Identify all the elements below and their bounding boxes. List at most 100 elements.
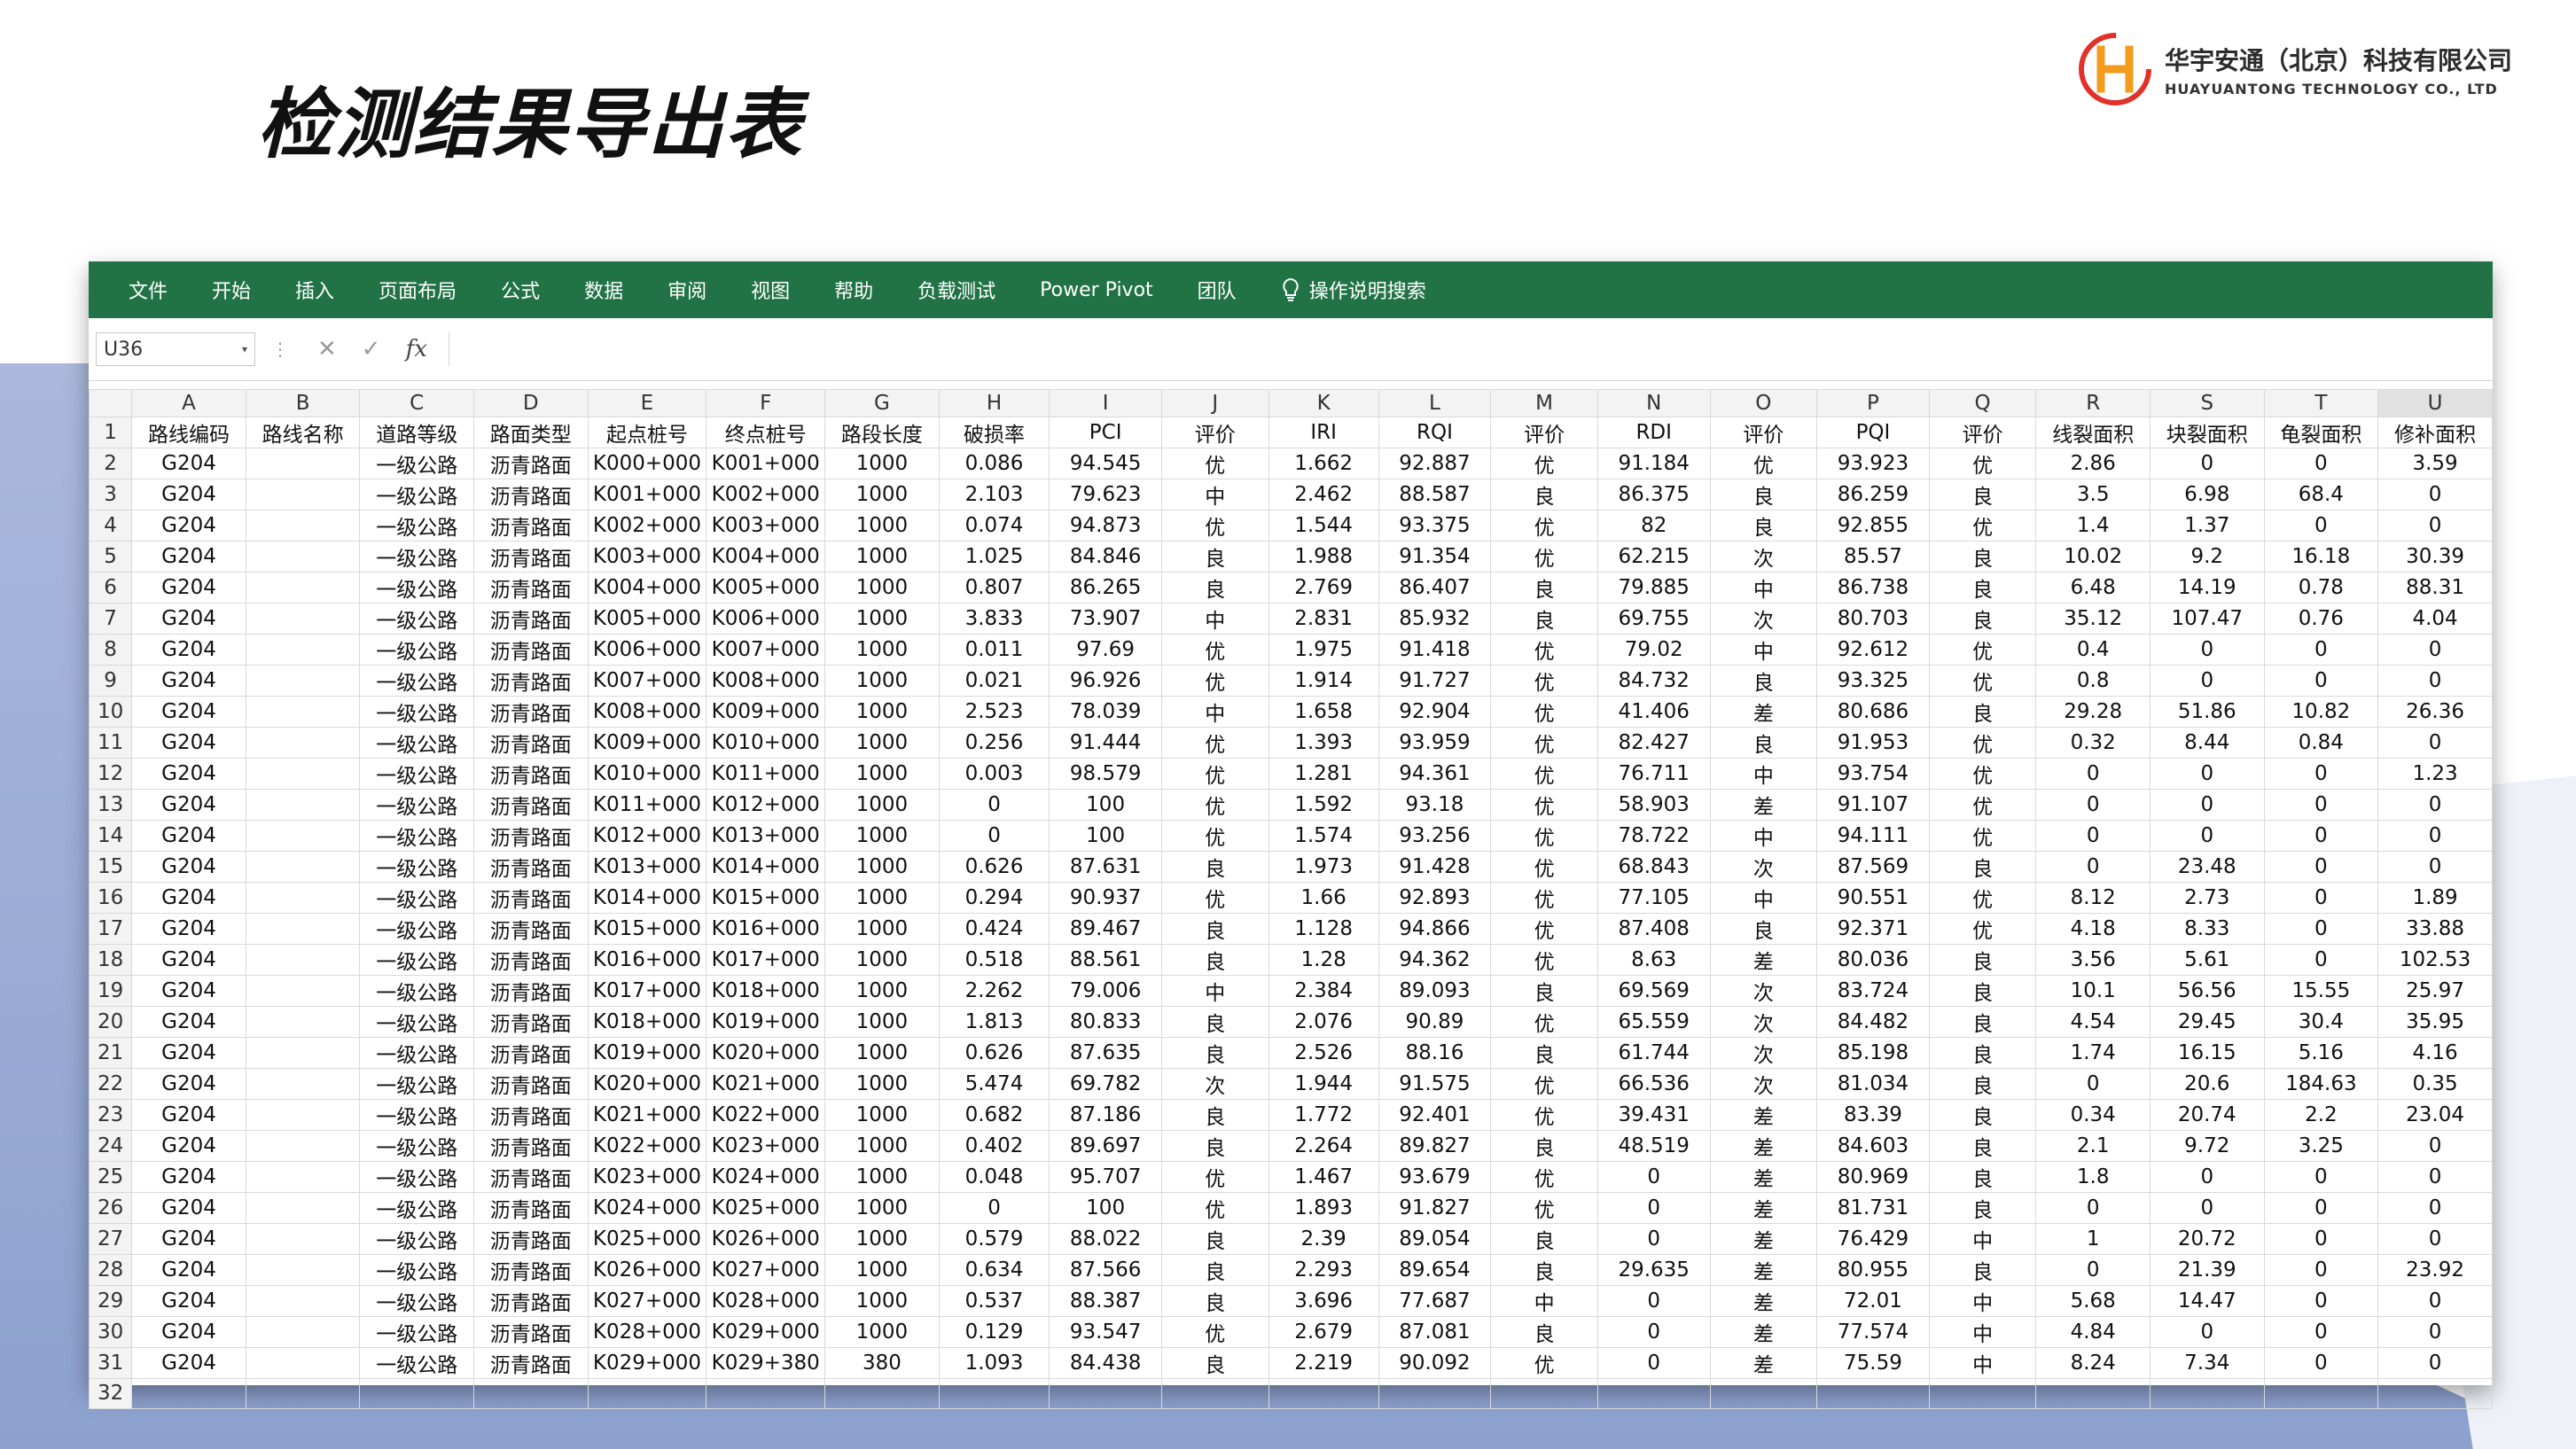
cell[interactable]: 58.903 xyxy=(1596,789,1711,821)
cell[interactable]: G204 xyxy=(131,541,246,573)
cell[interactable]: G204 xyxy=(131,448,246,479)
cell[interactable]: 100 xyxy=(1049,1192,1162,1224)
cell[interactable]: K017+000 xyxy=(587,975,707,1007)
cell[interactable] xyxy=(245,634,361,666)
cell[interactable]: 破损率 xyxy=(938,417,1050,448)
cell[interactable]: 62.215 xyxy=(1596,541,1711,573)
cell[interactable]: 0.34 xyxy=(2035,1099,2151,1131)
cell[interactable]: 84.603 xyxy=(1816,1130,1930,1162)
ribbon-tab[interactable]: 公式 xyxy=(479,276,562,304)
cell[interactable]: 10.1 xyxy=(2035,975,2151,1007)
cell[interactable]: 终点桩号 xyxy=(706,417,826,448)
cell[interactable]: 良 xyxy=(1928,541,2037,573)
cell[interactable]: 0 xyxy=(938,789,1050,821)
cell[interactable]: 15.55 xyxy=(2263,975,2379,1007)
cell[interactable]: 沥青路面 xyxy=(472,1161,589,1193)
enter-check-icon[interactable]: ✓ xyxy=(362,336,381,362)
cell[interactable]: 2.264 xyxy=(1268,1130,1379,1162)
cell[interactable]: 差 xyxy=(1709,1285,1818,1317)
cell[interactable]: 块裂面积 xyxy=(2149,417,2265,448)
ribbon-tab[interactable]: 插入 xyxy=(273,276,356,304)
cell[interactable]: 良 xyxy=(1709,479,1818,510)
cell[interactable]: 一级公路 xyxy=(359,1161,474,1193)
cell[interactable]: 一级公路 xyxy=(359,1192,474,1224)
cell[interactable]: 2.73 xyxy=(2149,882,2265,914)
cell[interactable]: 良 xyxy=(1160,1347,1269,1379)
cell[interactable] xyxy=(472,1378,589,1409)
cell[interactable]: 0 xyxy=(2035,789,2151,821)
cell[interactable]: 0 xyxy=(2263,1223,2379,1255)
cell[interactable]: 评价 xyxy=(1928,417,2037,448)
cell[interactable]: 良 xyxy=(1709,665,1818,697)
cell[interactable]: 2.103 xyxy=(938,479,1050,510)
cell[interactable]: 2.39 xyxy=(1268,1223,1379,1255)
cell[interactable]: 0 xyxy=(2263,882,2379,914)
cell[interactable]: 87.081 xyxy=(1378,1316,1492,1348)
cell[interactable] xyxy=(245,1006,361,1038)
cell[interactable]: 86.259 xyxy=(1816,479,1930,510)
cell[interactable]: 0.294 xyxy=(938,882,1050,914)
cell[interactable]: 优 xyxy=(1490,448,1598,479)
cell[interactable]: 93.375 xyxy=(1378,510,1492,541)
cell[interactable]: 0.35 xyxy=(2377,1068,2493,1100)
cell[interactable]: 29.45 xyxy=(2149,1006,2265,1038)
cell[interactable]: 0.021 xyxy=(938,665,1050,697)
cell[interactable]: 沥青路面 xyxy=(472,1316,589,1348)
cell[interactable]: 一级公路 xyxy=(359,1254,474,1286)
column-header[interactable]: S xyxy=(2149,389,2265,417)
cell[interactable]: 沥青路面 xyxy=(472,758,589,790)
cell[interactable]: 优 xyxy=(1928,882,2037,914)
cell[interactable]: 0 xyxy=(2263,1254,2379,1286)
cell[interactable] xyxy=(1709,1378,1818,1409)
cell[interactable]: 沥青路面 xyxy=(472,510,589,541)
cell[interactable]: 5.68 xyxy=(2035,1285,2151,1317)
cell[interactable]: 1000 xyxy=(824,1130,940,1162)
cell[interactable]: 1.988 xyxy=(1268,541,1379,573)
cell[interactable]: 1000 xyxy=(824,1099,940,1131)
row-number[interactable]: 22 xyxy=(88,1068,133,1100)
cell[interactable]: 93.325 xyxy=(1816,665,1930,697)
row-number[interactable]: 25 xyxy=(88,1161,133,1193)
cell[interactable]: 93.923 xyxy=(1816,448,1930,479)
cell[interactable]: 1000 xyxy=(824,603,940,635)
cell[interactable]: 1.893 xyxy=(1268,1192,1379,1224)
cell[interactable]: 良 xyxy=(1160,572,1269,604)
cell[interactable]: 1.975 xyxy=(1268,634,1379,666)
cell[interactable]: K021+000 xyxy=(587,1099,707,1131)
cell[interactable] xyxy=(131,1378,246,1409)
cell[interactable]: 优 xyxy=(1490,727,1598,759)
cell[interactable]: 92.904 xyxy=(1378,696,1492,728)
cell[interactable]: 2.831 xyxy=(1268,603,1379,635)
row-number[interactable]: 28 xyxy=(88,1254,133,1286)
cell[interactable]: 沥青路面 xyxy=(472,913,589,945)
cell[interactable]: 5.16 xyxy=(2263,1037,2379,1069)
cell[interactable]: G204 xyxy=(131,1068,246,1100)
cell[interactable]: K008+000 xyxy=(706,665,826,697)
cell[interactable]: 一级公路 xyxy=(359,1006,474,1038)
cell[interactable]: 92.893 xyxy=(1378,882,1492,914)
cell[interactable]: 0.424 xyxy=(938,913,1050,945)
cell[interactable]: G204 xyxy=(131,1037,246,1069)
cell[interactable]: 84.482 xyxy=(1816,1006,1930,1038)
cell[interactable]: 65.559 xyxy=(1596,1006,1711,1038)
cell[interactable]: 16.18 xyxy=(2263,541,2379,573)
cell[interactable]: 0 xyxy=(2263,913,2379,945)
cell[interactable] xyxy=(245,727,361,759)
cell[interactable]: 0 xyxy=(2377,1130,2493,1162)
cell[interactable]: 61.744 xyxy=(1596,1037,1711,1069)
cell[interactable]: 2.679 xyxy=(1268,1316,1379,1348)
cell[interactable]: 9.2 xyxy=(2149,541,2265,573)
cell[interactable]: 一级公路 xyxy=(359,665,474,697)
cell[interactable] xyxy=(2377,1378,2493,1409)
column-header[interactable]: L xyxy=(1378,389,1492,417)
column-header[interactable]: N xyxy=(1596,389,1711,417)
cell[interactable]: 路线名称 xyxy=(245,417,361,448)
cell[interactable]: 1000 xyxy=(824,1254,940,1286)
cell[interactable] xyxy=(245,510,361,541)
cell[interactable]: 优 xyxy=(1928,913,2037,945)
cell[interactable]: 2.462 xyxy=(1268,479,1379,510)
cell[interactable]: 41.406 xyxy=(1596,696,1711,728)
cell[interactable]: K021+000 xyxy=(706,1068,826,1100)
cell[interactable]: K000+000 xyxy=(587,448,707,479)
cell[interactable]: 良 xyxy=(1709,727,1818,759)
